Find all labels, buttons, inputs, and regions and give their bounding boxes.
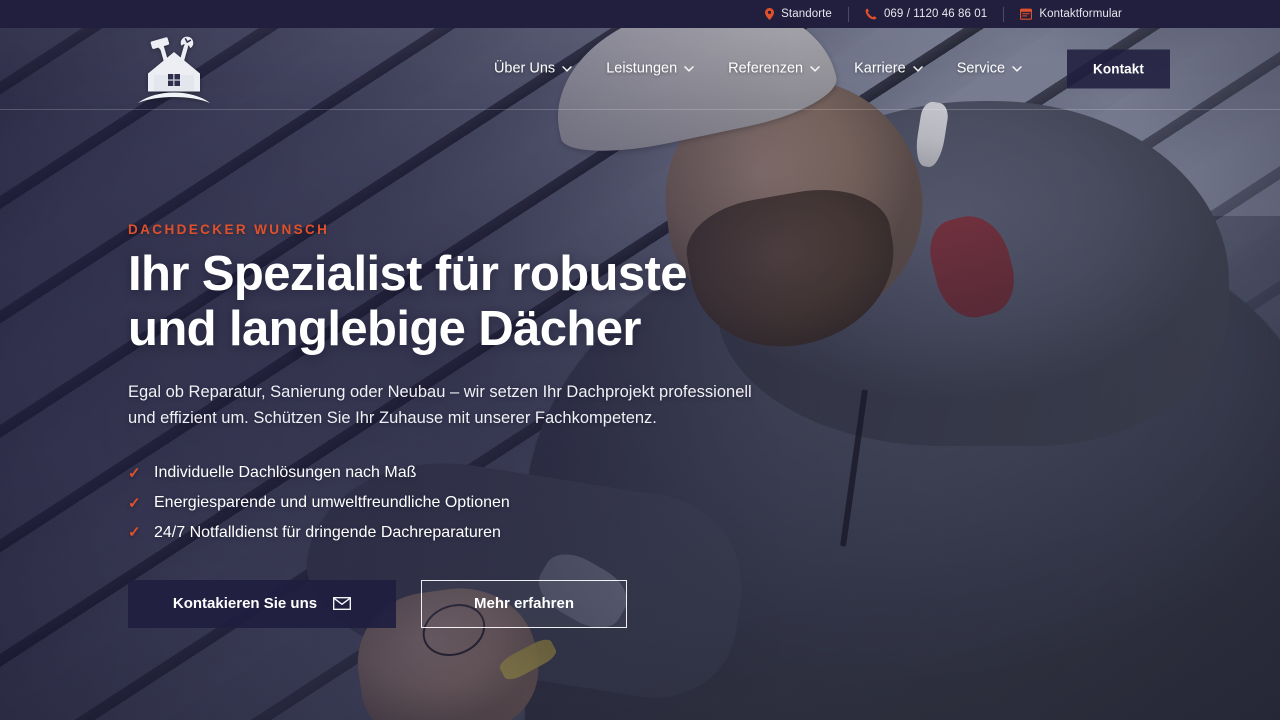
check-icon: ✓ bbox=[128, 494, 141, 512]
chevron-down-icon bbox=[810, 65, 820, 72]
top-utility-bar-items: Standorte 069 / 1120 46 86 01 Kontaktfor… bbox=[749, 6, 1138, 22]
topbar-label-standorte: Standorte bbox=[781, 8, 832, 20]
feature-item: ✓ 24/7 Notfalldienst für dringende Dachr… bbox=[128, 518, 828, 548]
check-icon: ✓ bbox=[128, 464, 141, 482]
topbar-item-kontaktformular[interactable]: Kontaktformular bbox=[1004, 8, 1138, 20]
nav-item-service[interactable]: Service bbox=[940, 53, 1039, 85]
feature-label: 24/7 Notfalldienst für dringende Dachrep… bbox=[154, 524, 501, 541]
nav-label-karriere: Karriere bbox=[854, 60, 906, 77]
hero-subtitle: Egal ob Reparatur, Sanierung oder Neubau… bbox=[128, 382, 752, 428]
hero-title-line-2: und langlebige Dächer bbox=[128, 301, 641, 356]
nav-item-karriere[interactable]: Karriere bbox=[837, 53, 940, 85]
topbar-label-phone: 069 / 1120 46 86 01 bbox=[883, 8, 988, 20]
header-kontakt-button[interactable]: Kontakt bbox=[1067, 49, 1170, 88]
hero-cta-row: Kontakieren Sie uns Mehr erfahren bbox=[128, 579, 828, 628]
feature-item: ✓ Individuelle Dachlösungen nach Maß bbox=[128, 458, 828, 488]
topbar-label-kontaktformular: Kontaktformular bbox=[1039, 8, 1122, 20]
feature-label: Individuelle Dachlösungen nach Maß bbox=[154, 464, 417, 482]
nav-label-referenzen: Referenzen bbox=[728, 60, 804, 77]
hero-feature-list: ✓ Individuelle Dachlösungen nach Maß ✓ E… bbox=[128, 458, 828, 548]
chevron-down-icon bbox=[562, 65, 572, 72]
check-icon: ✓ bbox=[128, 524, 141, 542]
nav-label-service: Service bbox=[956, 60, 1006, 77]
hero-primary-cta-button[interactable]: Kontakieren Sie uns bbox=[128, 579, 396, 628]
contact-form-icon bbox=[1020, 8, 1033, 20]
feature-label: Energiesparende und umweltfreundliche Op… bbox=[154, 494, 510, 512]
chevron-down-icon bbox=[912, 65, 923, 72]
chevron-down-icon bbox=[1012, 65, 1022, 72]
hero-content: DACHDECKER WUNSCH Ihr Spezialist für rob… bbox=[128, 222, 828, 628]
hero-secondary-cta-button[interactable]: Mehr erfahren bbox=[421, 579, 627, 628]
topbar-item-phone[interactable]: 069 / 1120 46 86 01 bbox=[849, 8, 1003, 20]
nav-item-leistungen[interactable]: Leistungen bbox=[589, 53, 711, 85]
feature-item: ✓ Energiesparende und umweltfreundliche … bbox=[128, 488, 828, 518]
nav-item-referenzen[interactable]: Referenzen bbox=[711, 53, 837, 85]
hero-primary-cta-label: Kontakieren Sie uns bbox=[172, 595, 318, 613]
main-navigation: Über Uns Leistungen Referenzen Karriere bbox=[477, 49, 1170, 88]
hero-title: Ihr Spezialist für robuste und langlebig… bbox=[128, 247, 828, 357]
hero-eyebrow: DACHDECKER WUNSCH bbox=[128, 222, 330, 237]
topbar-item-standorte[interactable]: Standorte bbox=[749, 8, 848, 20]
hero-title-line-1: Ihr Spezialist für robuste bbox=[128, 247, 687, 301]
site-header: Über Uns Leistungen Referenzen Karriere bbox=[0, 28, 1280, 110]
top-utility-bar: Standorte 069 / 1120 46 86 01 Kontaktfor… bbox=[0, 0, 1280, 28]
landing-page: Standorte 069 / 1120 46 86 01 Kontaktfor… bbox=[0, 0, 1280, 720]
nav-label-ueber-uns: Über Uns bbox=[493, 60, 556, 77]
envelope-icon bbox=[333, 597, 352, 611]
phone-icon bbox=[865, 8, 877, 20]
map-pin-icon bbox=[765, 8, 775, 20]
chevron-down-icon bbox=[684, 65, 694, 72]
nav-label-leistungen: Leistungen bbox=[606, 60, 678, 77]
nav-item-ueber-uns[interactable]: Über Uns bbox=[477, 53, 589, 85]
site-logo[interactable] bbox=[128, 32, 220, 106]
